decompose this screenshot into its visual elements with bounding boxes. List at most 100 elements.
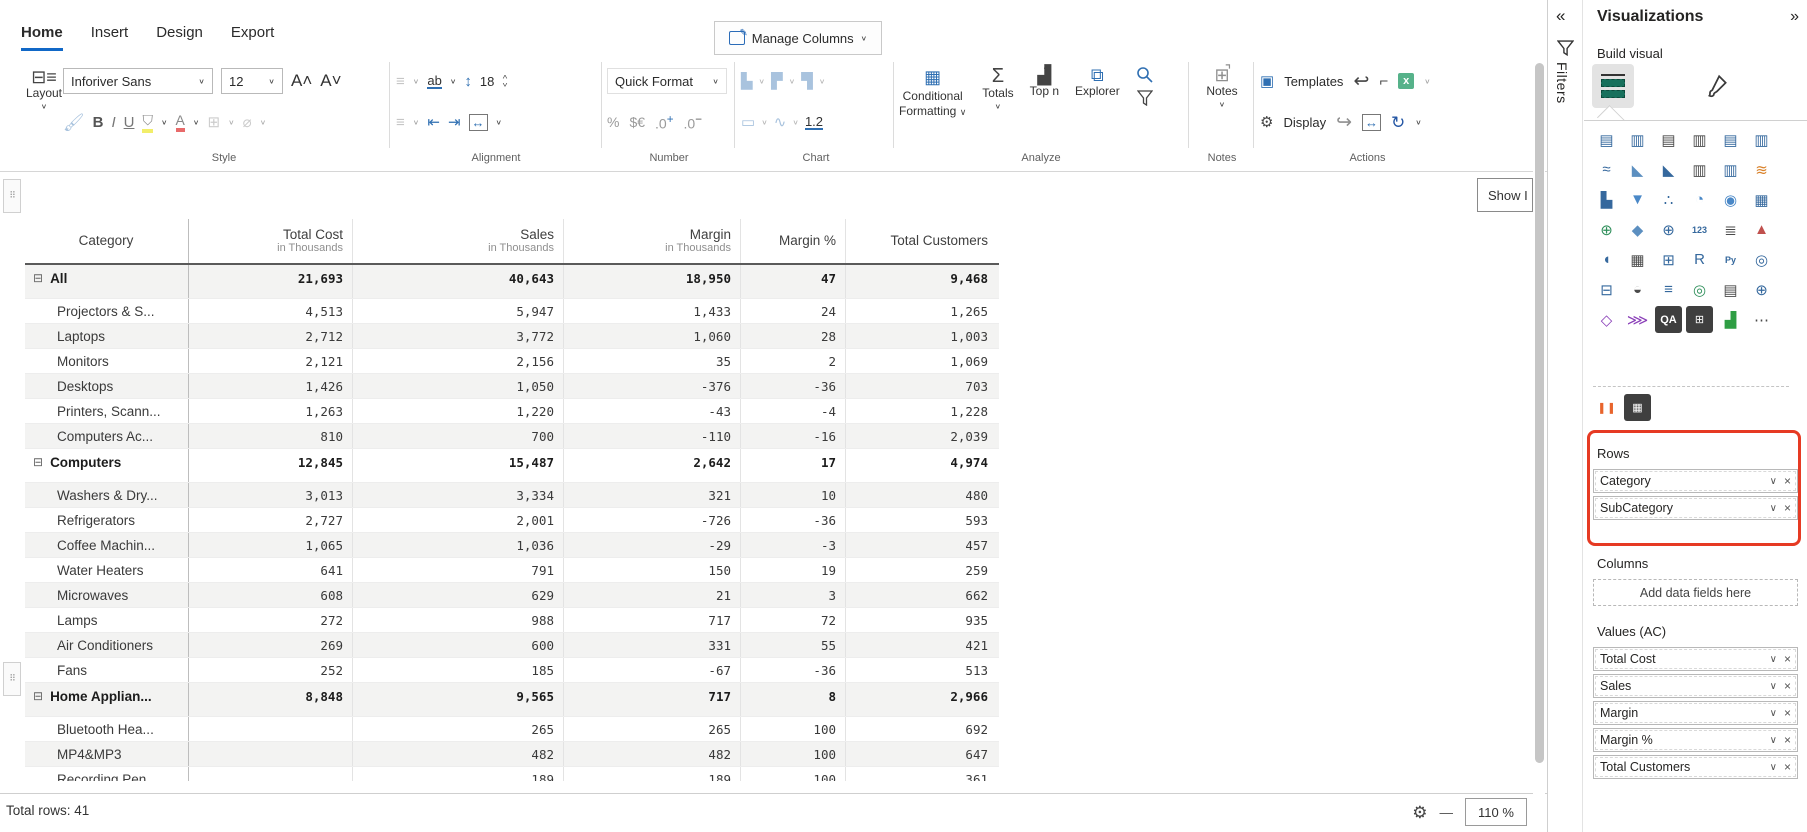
value-cell[interactable]: 40,643 [352, 265, 563, 298]
row-label[interactable]: Air Conditioners [25, 633, 188, 657]
value-cell[interactable]: 703 [845, 374, 997, 398]
value-cell[interactable]: 1,060 [563, 324, 740, 348]
font-size-select[interactable]: 12 ∨ [221, 68, 283, 94]
inforiver-analytics-icon[interactable]: ▟ [1717, 306, 1744, 333]
table-row[interactable]: Desktops1,4261,050-376-36703 [25, 374, 999, 399]
ruler-icon[interactable]: ⌐ [1379, 74, 1388, 89]
inforiver-matrix-selected-icon[interactable]: ⊞ [1686, 306, 1713, 333]
cell-chart-button[interactable]: ▭ [741, 115, 755, 130]
value-cell[interactable]: 600 [352, 633, 563, 657]
value-cell[interactable]: -16 [740, 424, 845, 448]
decrease-decimal-button[interactable]: .0− [684, 113, 703, 132]
value-cell[interactable]: 3,772 [352, 324, 563, 348]
value-cell[interactable]: -43 [563, 399, 740, 423]
line-clustered-column-chart-icon[interactable]: ▥ [1717, 156, 1744, 183]
analytics-tab[interactable] [1800, 64, 1807, 108]
value-cell[interactable]: 18,950 [563, 265, 740, 298]
clustered-column-chart-icon[interactable]: ▥ [1686, 126, 1713, 153]
chart-type-button[interactable]: ▛ [771, 74, 783, 89]
table-row[interactable]: Lamps27298871772935 [25, 608, 999, 633]
tab-export[interactable]: Export [231, 24, 274, 51]
row-label[interactable]: Projectors & S... [25, 299, 188, 323]
chevron-down-icon[interactable]: ∨ [1770, 681, 1777, 692]
value-cell[interactable]: 482 [563, 742, 740, 766]
italic-button[interactable]: I [111, 114, 115, 131]
highlight-color-button[interactable]: ⛉ [142, 112, 153, 133]
value-cell[interactable]: -376 [563, 374, 740, 398]
value-cell[interactable]: 21,693 [188, 265, 352, 298]
value-cell[interactable]: 189 [563, 767, 740, 781]
borders-button[interactable]: ⊞ [207, 115, 220, 130]
collapse-row-icon[interactable]: ⊟ [33, 689, 43, 703]
filled-map-icon[interactable]: ◆ [1624, 216, 1651, 243]
value-cell[interactable]: 1,433 [563, 299, 740, 323]
row-label[interactable]: Water Heaters [25, 558, 188, 582]
100-stacked-bar-chart-icon[interactable]: ▤ [1717, 126, 1744, 153]
value-cell[interactable]: 15,487 [352, 449, 563, 482]
donut-chart-icon[interactable]: ◉ [1717, 186, 1744, 213]
value-cell[interactable]: 1,003 [845, 324, 997, 348]
search-icon[interactable] [1136, 66, 1154, 84]
value-cell[interactable]: 3,013 [188, 483, 352, 507]
table-row[interactable]: Air Conditioners26960033155421 [25, 633, 999, 658]
column-header-total-cost[interactable]: Total Costin Thousands [188, 219, 352, 263]
table-row[interactable]: MP4&MP3482482100647 [25, 742, 999, 767]
value-cell[interactable]: 150 [563, 558, 740, 582]
value-cell[interactable]: 791 [352, 558, 563, 582]
filters-label[interactable]: Filters [1554, 62, 1570, 104]
decimal-places-button[interactable]: 1.2 [805, 115, 823, 130]
explorer-button[interactable]: ⧉ Explorer [1075, 66, 1120, 99]
value-cell[interactable]: 361 [845, 767, 997, 781]
value-cell[interactable]: 1,065 [188, 533, 352, 557]
line-chart-icon[interactable]: ≈ [1593, 156, 1620, 183]
build-visual-tab[interactable] [1592, 64, 1634, 108]
chevron-down-icon[interactable]: ∨ [1770, 503, 1777, 514]
table-row[interactable]: Refrigerators2,7272,001-726-36593 [25, 508, 999, 533]
font-color-button[interactable]: A [176, 112, 185, 132]
value-cell[interactable]: 259 [845, 558, 997, 582]
row-label[interactable]: Computers Ac... [25, 424, 188, 448]
values-chip-margin[interactable]: Margin∨× [1593, 701, 1798, 725]
column-header-sales[interactable]: Salesin Thousands [352, 219, 563, 263]
value-cell[interactable]: 482 [352, 742, 563, 766]
row-label[interactable]: Printers, Scann... [25, 399, 188, 423]
values-chip-total-customers[interactable]: Total Customers∨× [1593, 755, 1798, 779]
row-label[interactable]: Fans [25, 658, 188, 682]
stepper-icon[interactable]: ˄˅ [502, 73, 507, 89]
table-row[interactable]: Microwaves608629213662 [25, 583, 999, 608]
increase-decimal-button[interactable]: .0+ [655, 113, 674, 132]
columns-drop-placeholder[interactable]: Add data fields here [1593, 579, 1798, 606]
table-icon[interactable]: ▦ [1624, 246, 1651, 273]
value-cell[interactable]: 2 [740, 349, 845, 373]
rows-chip-subcategory[interactable]: SubCategory∨× [1593, 496, 1798, 520]
currency-format-button[interactable]: $€ [629, 114, 645, 130]
row-label[interactable]: Microwaves [25, 583, 188, 607]
value-cell[interactable]: 641 [188, 558, 352, 582]
templates-button[interactable]: Templates [1284, 74, 1343, 89]
table-row[interactable]: Recording Pen189189100361 [25, 767, 999, 781]
row-label[interactable]: Lamps [25, 608, 188, 632]
value-cell[interactable]: 100 [740, 717, 845, 741]
ribbon-chart-icon[interactable]: ≋ [1748, 156, 1775, 183]
value-cell[interactable]: 421 [845, 633, 997, 657]
pie-chart-icon[interactable]: ◔ [1686, 186, 1713, 213]
row-label[interactable]: ⊟All [25, 265, 188, 298]
tab-design[interactable]: Design [156, 24, 203, 51]
collapse-row-icon[interactable]: ⊟ [33, 455, 43, 469]
row-label[interactable]: MP4&MP3 [25, 742, 188, 766]
remove-field-icon[interactable]: × [1784, 652, 1791, 666]
power-apps-icon[interactable]: ◇ [1593, 306, 1620, 333]
values-chip-total-cost[interactable]: Total Cost∨× [1593, 647, 1798, 671]
inforiver-custom-selected-icon[interactable]: ▦ [1624, 394, 1651, 421]
table-row[interactable]: Bluetooth Hea...265265100692 [25, 717, 999, 742]
line-stacked-column-chart-icon[interactable]: ▥ [1686, 156, 1713, 183]
text-overflow-button[interactable]: ↔ [469, 114, 488, 131]
table-row[interactable]: Printers, Scann...1,2631,220-43-41,228 [25, 399, 999, 424]
table-row[interactable]: Projectors & S...4,5135,9471,433241,265 [25, 299, 999, 324]
value-cell[interactable]: 9,468 [845, 265, 997, 298]
value-cell[interactable]: 331 [563, 633, 740, 657]
value-cell[interactable]: 2,712 [188, 324, 352, 348]
percent-format-button[interactable]: % [607, 114, 619, 130]
collapse-row-icon[interactable]: ⊟ [33, 271, 43, 285]
value-cell[interactable]: 1,228 [845, 399, 997, 423]
